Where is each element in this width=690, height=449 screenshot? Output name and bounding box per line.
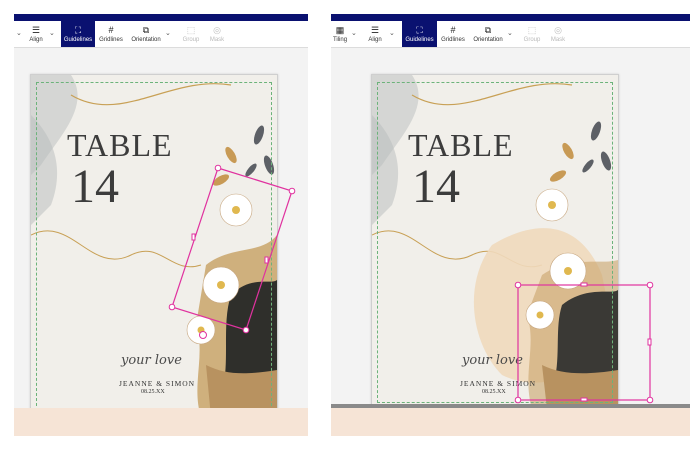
guidelines-icon: ⛶ bbox=[416, 25, 423, 35]
group-button[interactable]: ⬚ Group bbox=[521, 21, 543, 47]
orientation-dropdown-chevron-icon[interactable]: ⌄ bbox=[165, 29, 171, 37]
gridlines-button[interactable]: # Gridlines bbox=[439, 21, 467, 47]
align-dropdown-chevron-icon[interactable]: ⌄ bbox=[49, 29, 55, 37]
align-button[interactable]: ☰ Align bbox=[363, 21, 387, 47]
resize-handle-bottom-left[interactable] bbox=[168, 303, 176, 311]
top-bar bbox=[14, 14, 308, 21]
resize-handle-top-right[interactable] bbox=[288, 187, 296, 195]
resize-handle-top-left[interactable] bbox=[214, 164, 222, 172]
guidelines-button[interactable]: ⛶ Guidelines bbox=[61, 21, 95, 47]
resize-handle-bottom-right[interactable] bbox=[646, 396, 654, 404]
orientation-button[interactable]: ⧉ Orientation bbox=[470, 21, 506, 47]
resize-handle-top-right[interactable] bbox=[646, 281, 654, 289]
align-button[interactable]: ☰ Align bbox=[24, 21, 48, 47]
mask-icon: ◎ bbox=[554, 25, 562, 35]
gridlines-icon: # bbox=[108, 25, 114, 35]
resize-handle-top-left[interactable] bbox=[514, 281, 522, 289]
mask-button[interactable]: ◎ Mask bbox=[547, 21, 569, 47]
tiling-button[interactable]: ▦ Tiling bbox=[331, 21, 349, 47]
resize-handle-right[interactable] bbox=[264, 256, 269, 264]
align-icon: ☰ bbox=[370, 25, 380, 35]
tiling-dropdown-chevron-icon[interactable]: ⌄ bbox=[351, 29, 357, 37]
resize-handle-bottom[interactable] bbox=[580, 397, 588, 402]
bottom-strip bbox=[14, 408, 308, 436]
top-bar bbox=[331, 14, 690, 21]
orientation-icon: ⧉ bbox=[142, 25, 150, 35]
resize-handle-top[interactable] bbox=[580, 282, 588, 287]
resize-handle-bottom-right[interactable] bbox=[242, 326, 250, 334]
resize-handle-left[interactable] bbox=[191, 233, 196, 241]
toolbar: ⌄ ☰ Align ⌄ ⛶ Guidelines # Gridlines ⧉ O… bbox=[14, 21, 308, 48]
orientation-button[interactable]: ⧉ Orientation bbox=[128, 21, 164, 47]
align-icon: ☰ bbox=[31, 25, 41, 35]
editor-panel-left: ⌄ ☰ Align ⌄ ⛶ Guidelines # Gridlines ⧉ O… bbox=[14, 14, 308, 436]
align-dropdown-chevron-icon[interactable]: ⌄ bbox=[389, 29, 395, 37]
resize-handle-right[interactable] bbox=[647, 338, 652, 346]
bottom-strip bbox=[331, 408, 690, 436]
tiling-icon: ▦ bbox=[335, 25, 345, 35]
chevron-down-icon[interactable]: ⌄ bbox=[16, 29, 22, 37]
orientation-icon: ⧉ bbox=[484, 25, 492, 35]
canvas-workspace[interactable]: TABLE 14 your love JEANNE & SIMON 08.25.… bbox=[331, 48, 690, 436]
resize-handle-bottom-left[interactable] bbox=[514, 396, 522, 404]
editor-panel-right: ▦ Tiling ⌄ ☰ Align ⌄ ⛶ Guidelines # Grid… bbox=[331, 14, 690, 436]
selection-overlay bbox=[514, 281, 654, 404]
guidelines-button[interactable]: ⛶ Guidelines bbox=[402, 21, 437, 47]
selection-overlay bbox=[168, 164, 296, 339]
group-button[interactable]: ⬚ Group bbox=[180, 21, 202, 47]
orientation-dropdown-chevron-icon[interactable]: ⌄ bbox=[507, 29, 513, 37]
mask-button[interactable]: ◎ Mask bbox=[206, 21, 228, 47]
canvas-workspace[interactable]: TABLE 14 your love JEANNE & SIMON 08.25.… bbox=[14, 48, 308, 436]
rotate-handle[interactable] bbox=[199, 331, 207, 339]
gridlines-icon: # bbox=[450, 25, 456, 35]
gridlines-button[interactable]: # Gridlines bbox=[97, 21, 125, 47]
group-icon: ⬚ bbox=[527, 25, 537, 35]
toolbar: ▦ Tiling ⌄ ☰ Align ⌄ ⛶ Guidelines # Grid… bbox=[331, 21, 690, 48]
group-icon: ⬚ bbox=[186, 25, 196, 35]
guidelines-icon: ⛶ bbox=[74, 25, 82, 35]
mask-icon: ◎ bbox=[213, 25, 221, 35]
